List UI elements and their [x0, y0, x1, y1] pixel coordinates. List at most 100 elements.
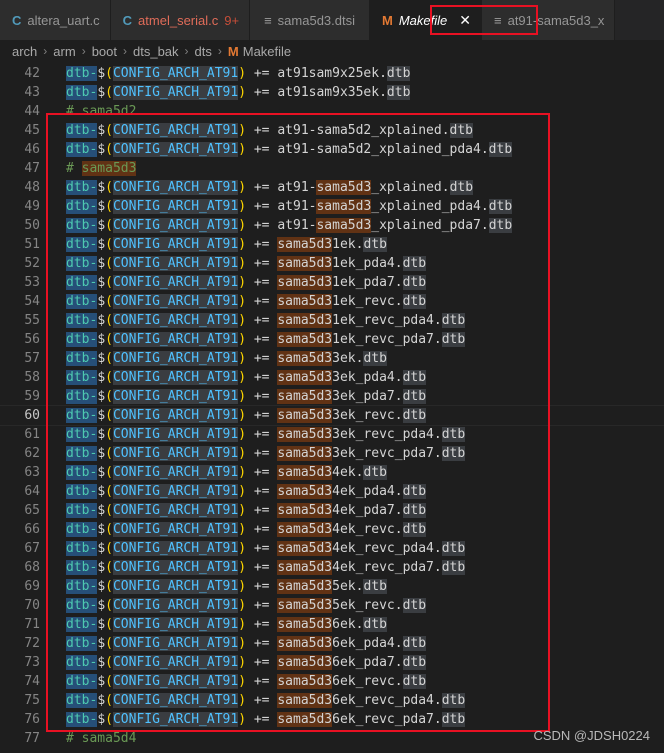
- paren-token: ): [238, 370, 247, 385]
- dollar-token: $: [97, 66, 106, 81]
- config-token: CONFIG_ARCH_AT91: [112, 541, 239, 556]
- code-line[interactable]: 44 # sama5d2: [0, 102, 664, 121]
- paren-token: ): [238, 218, 247, 233]
- code-line[interactable]: 57 dtb-$(CONFIG_ARCH_AT91) += sama5d33ek.…: [0, 349, 664, 368]
- code-line[interactable]: 68 dtb-$(CONFIG_ARCH_AT91) += sama5d34ek_…: [0, 558, 664, 577]
- search-match: sama5d3: [277, 408, 333, 423]
- tab-at91-sama5d3[interactable]: ≡ at91-sama5d3_x: [482, 0, 616, 40]
- code-line[interactable]: 63 dtb-$(CONFIG_ARCH_AT91) += sama5d34ek.…: [0, 463, 664, 482]
- paren-token: (: [105, 218, 113, 233]
- code-line[interactable]: 69 dtb-$(CONFIG_ARCH_AT91) += sama5d35ek.…: [0, 577, 664, 596]
- code-token: at91sam9x25ek.: [277, 66, 387, 81]
- code-line[interactable]: 72 dtb-$(CONFIG_ARCH_AT91) += sama5d36ek_…: [0, 634, 664, 653]
- paren-token: ): [238, 389, 247, 404]
- code-token: 3ek_pda4.: [332, 370, 403, 385]
- code-line[interactable]: 51 dtb-$(CONFIG_ARCH_AT91) += sama5d31ek.…: [0, 235, 664, 254]
- code-token: 1ek_pda4.: [332, 256, 403, 271]
- code-line[interactable]: 64 dtb-$(CONFIG_ARCH_AT91) += sama5d34ek_…: [0, 482, 664, 501]
- paren-token: ): [238, 313, 247, 328]
- paren-token: (: [105, 522, 113, 537]
- code-line[interactable]: 59 dtb-$(CONFIG_ARCH_AT91) += sama5d33ek_…: [0, 387, 664, 406]
- line-content: dtb-$(CONFIG_ARCH_AT91) += at91sam9x25ek…: [66, 64, 411, 83]
- code-line[interactable]: 48 dtb-$(CONFIG_ARCH_AT91) += at91-sama5d…: [0, 178, 664, 197]
- code-line[interactable]: 47 # sama5d3: [0, 159, 664, 178]
- code-token: 6ek_pda4.: [332, 636, 403, 651]
- code-line[interactable]: 66 dtb-$(CONFIG_ARCH_AT91) += sama5d34ek_…: [0, 520, 664, 539]
- code-editor[interactable]: 42 dtb-$(CONFIG_ARCH_AT91) += at91sam9x25…: [0, 62, 664, 753]
- dollar-token: $: [97, 85, 106, 100]
- code-token: 6ek_revc_pda4.: [332, 693, 442, 708]
- code-line[interactable]: 43 dtb-$(CONFIG_ARCH_AT91) += at91sam9x35…: [0, 83, 664, 102]
- code-line[interactable]: 58 dtb-$(CONFIG_ARCH_AT91) += sama5d33ek_…: [0, 368, 664, 387]
- code-line[interactable]: 46 dtb-$(CONFIG_ARCH_AT91) += at91-sama5d…: [0, 140, 664, 159]
- breadcrumb-item[interactable]: dts: [195, 44, 212, 59]
- code-token: 6ek_revc_pda7.: [332, 712, 442, 727]
- code-token: #: [66, 161, 82, 176]
- line-number: 45: [24, 123, 40, 138]
- code-line[interactable]: 76 dtb-$(CONFIG_ARCH_AT91) += sama5d36ek_…: [0, 710, 664, 729]
- config-token: CONFIG_ARCH_AT91: [112, 218, 239, 233]
- tab-label: altera_uart.c: [27, 12, 100, 28]
- code-line[interactable]: 62 dtb-$(CONFIG_ARCH_AT91) += sama5d33ek_…: [0, 444, 664, 463]
- tab-sama5d3-dtsi[interactable]: ≡ sama5d3.dtsi: [250, 0, 370, 40]
- variable-token: dtb-: [66, 503, 98, 518]
- config-token: CONFIG_ARCH_AT91: [112, 598, 239, 613]
- config-token: CONFIG_ARCH_AT91: [112, 503, 239, 518]
- line-content: dtb-$(CONFIG_ARCH_AT91) += at91sam9x35ek…: [66, 83, 411, 102]
- paren-token: ): [238, 142, 247, 157]
- line-content: dtb-$(CONFIG_ARCH_AT91) += sama5d36ek.dt…: [66, 615, 387, 634]
- paren-token: ): [238, 256, 247, 271]
- paren-token: (: [105, 351, 113, 366]
- operator-token: +=: [246, 636, 278, 651]
- code-line[interactable]: 56 dtb-$(CONFIG_ARCH_AT91) += sama5d31ek_…: [0, 330, 664, 349]
- code-line[interactable]: 61 dtb-$(CONFIG_ARCH_AT91) += sama5d33ek_…: [0, 425, 664, 444]
- code-line[interactable]: 73 dtb-$(CONFIG_ARCH_AT91) += sama5d36ek_…: [0, 653, 664, 672]
- search-match: sama5d3: [277, 579, 333, 594]
- code-line[interactable]: 45 dtb-$(CONFIG_ARCH_AT91) += at91-sama5d…: [0, 121, 664, 140]
- paren-token: ): [238, 237, 247, 252]
- breadcrumb-item[interactable]: dts_bak: [133, 44, 179, 59]
- breadcrumb-item[interactable]: Makefile: [243, 44, 291, 59]
- search-match: sama5d3: [277, 332, 333, 347]
- code-token: 3ek_revc_pda4.: [332, 427, 442, 442]
- code-line[interactable]: 75 dtb-$(CONFIG_ARCH_AT91) += sama5d36ek_…: [0, 691, 664, 710]
- tab-makefile[interactable]: M Makefile ✕: [370, 0, 482, 40]
- chevron-right-icon: ›: [184, 44, 189, 58]
- code-line[interactable]: 55 dtb-$(CONFIG_ARCH_AT91) += sama5d31ek_…: [0, 311, 664, 330]
- code-line[interactable]: 49 dtb-$(CONFIG_ARCH_AT91) += at91-sama5d…: [0, 197, 664, 216]
- code-line[interactable]: 53 dtb-$(CONFIG_ARCH_AT91) += sama5d31ek_…: [0, 273, 664, 292]
- code-line[interactable]: 74 dtb-$(CONFIG_ARCH_AT91) += sama5d36ek_…: [0, 672, 664, 691]
- code-token: 4ek_pda7.: [332, 503, 403, 518]
- paren-token: (: [105, 560, 113, 575]
- paren-token: (: [105, 655, 113, 670]
- close-icon[interactable]: ✕: [459, 12, 471, 29]
- breadcrumb-item[interactable]: boot: [92, 44, 117, 59]
- variable-token: dtb-: [66, 256, 98, 271]
- extension-token: dtb: [441, 541, 466, 556]
- tab-altera-uart[interactable]: C altera_uart.c: [0, 0, 111, 40]
- code-line[interactable]: 50 dtb-$(CONFIG_ARCH_AT91) += at91-sama5d…: [0, 216, 664, 235]
- code-line[interactable]: 65 dtb-$(CONFIG_ARCH_AT91) += sama5d34ek_…: [0, 501, 664, 520]
- code-line[interactable]: 52 dtb-$(CONFIG_ARCH_AT91) += sama5d31ek_…: [0, 254, 664, 273]
- code-line[interactable]: 42 dtb-$(CONFIG_ARCH_AT91) += at91sam9x25…: [0, 64, 664, 83]
- code-line[interactable]: 60 dtb-$(CONFIG_ARCH_AT91) += sama5d33ek_…: [0, 405, 664, 426]
- code-line[interactable]: 70 dtb-$(CONFIG_ARCH_AT91) += sama5d35ek_…: [0, 596, 664, 615]
- code-line[interactable]: 54 dtb-$(CONFIG_ARCH_AT91) += sama5d31ek_…: [0, 292, 664, 311]
- breadcrumb-item[interactable]: arm: [53, 44, 75, 59]
- extension-token: dtb: [363, 351, 387, 366]
- line-content: dtb-$(CONFIG_ARCH_AT91) += sama5d33ek.dt…: [66, 349, 387, 368]
- tab-atmel-serial[interactable]: C atmel_serial.c 9+: [110, 0, 251, 40]
- operator-token: +=: [246, 199, 278, 214]
- code-token: at91-: [277, 218, 317, 233]
- line-number: 67: [24, 541, 40, 556]
- config-token: CONFIG_ARCH_AT91: [112, 693, 239, 708]
- line-content: dtb-$(CONFIG_ARCH_AT91) += sama5d34ek_pd…: [66, 501, 427, 520]
- breadcrumb-item[interactable]: arch: [12, 44, 37, 59]
- line-number: 47: [24, 161, 40, 176]
- config-token: CONFIG_ARCH_AT91: [112, 446, 239, 461]
- code-line[interactable]: 67 dtb-$(CONFIG_ARCH_AT91) += sama5d34ek_…: [0, 539, 664, 558]
- config-token: CONFIG_ARCH_AT91: [112, 123, 239, 138]
- code-line[interactable]: 71 dtb-$(CONFIG_ARCH_AT91) += sama5d36ek.…: [0, 615, 664, 634]
- search-match: sama5d3: [277, 351, 333, 366]
- line-content: dtb-$(CONFIG_ARCH_AT91) += sama5d36ek_re…: [66, 672, 427, 691]
